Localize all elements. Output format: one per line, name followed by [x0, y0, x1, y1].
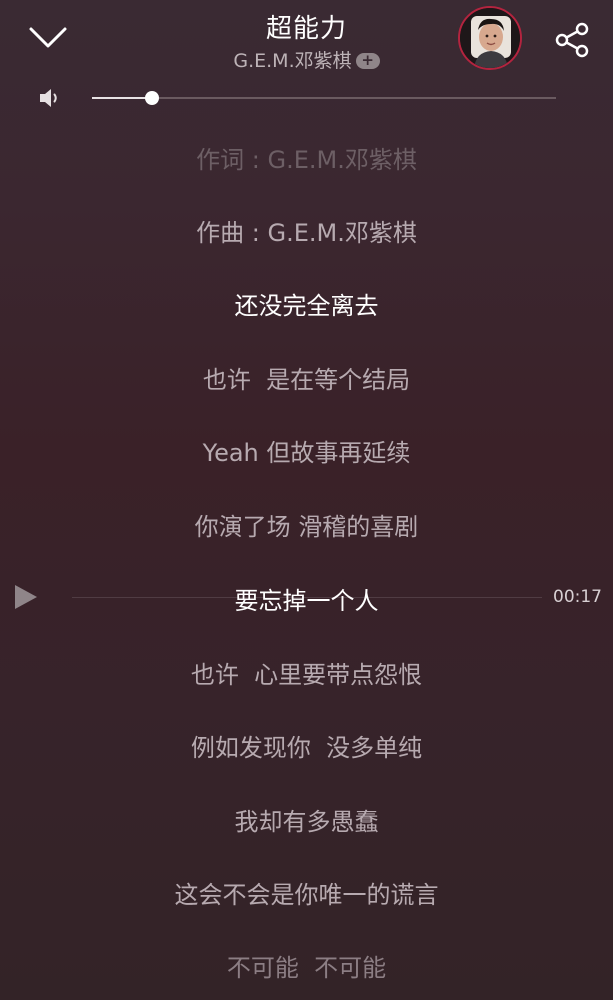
- lyric-line[interactable]: 作曲 : G.E.M.邓紫棋: [0, 213, 613, 248]
- volume-icon[interactable]: [38, 86, 64, 110]
- artist-row: G.E.M.邓紫棋 +: [0, 46, 613, 73]
- lyric-line[interactable]: 也许 心里要带点怨恨: [0, 655, 613, 690]
- lyric-line[interactable]: 例如发现你 没多单纯: [0, 728, 613, 763]
- volume-control: [0, 82, 613, 114]
- lyric-line[interactable]: 还没完全离去: [0, 286, 613, 321]
- lyric-line[interactable]: 我却有多愚蠢: [0, 802, 613, 837]
- volume-slider-fill: [92, 97, 152, 99]
- volume-slider[interactable]: [92, 91, 556, 105]
- artist-avatar[interactable]: [458, 6, 522, 70]
- share-icon[interactable]: [552, 20, 592, 60]
- seek-time-label: 00:17: [553, 587, 602, 607]
- lyric-line[interactable]: Yeah 但故事再延续: [0, 433, 613, 468]
- lyric-line[interactable]: 作词 : G.E.M.邓紫棋: [0, 140, 613, 175]
- lyric-line[interactable]: 这会不会是你唯一的谎言: [0, 875, 613, 910]
- lyric-line[interactable]: 要忘掉一个人: [0, 581, 613, 616]
- volume-slider-thumb[interactable]: [145, 91, 159, 105]
- player-header: 超能力 G.E.M.邓紫棋 +: [0, 0, 613, 80]
- follow-artist-button[interactable]: +: [355, 53, 380, 69]
- artist-name[interactable]: G.E.M.邓紫棋: [233, 50, 351, 72]
- lyric-line[interactable]: 不可能 不可能: [0, 948, 613, 983]
- lyric-line[interactable]: 你演了场 滑稽的喜剧: [0, 507, 613, 542]
- lyric-line[interactable]: 也许 是在等个结局: [0, 360, 613, 395]
